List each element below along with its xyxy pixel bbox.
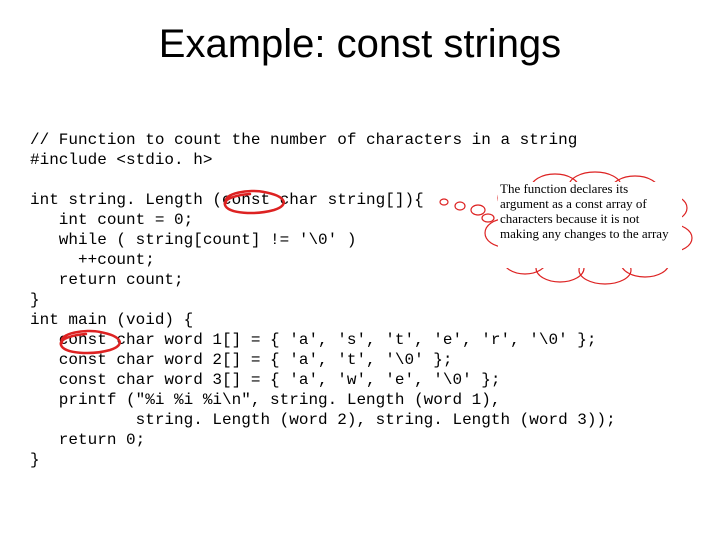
code-line: }: [30, 291, 40, 309]
code-line: int string. Length (const char string[])…: [30, 191, 424, 209]
code-line: ++count;: [30, 251, 155, 269]
code-line: return 0;: [30, 431, 145, 449]
code-line: const char word 3[] = { 'a', 'w', 'e', '…: [30, 371, 500, 389]
slide: Example: const strings // Function to co…: [0, 0, 720, 540]
code-line: return count;: [30, 271, 184, 289]
page-title: Example: const strings: [0, 22, 720, 67]
code-line: #include <stdio. h>: [30, 151, 212, 169]
code-line: // Function to count the number of chara…: [30, 131, 577, 149]
code-line: int main (void) {: [30, 311, 193, 329]
code-line: while ( string[count] != '\0' ): [30, 231, 356, 249]
code-line: printf ("%i %i %i\n", string. Length (wo…: [30, 391, 500, 409]
code-line: string. Length (word 2), string. Length …: [30, 411, 616, 429]
code-line: const char word 1[] = { 'a', 's', 't', '…: [30, 331, 597, 349]
code-line: }: [30, 451, 40, 469]
code-line: int count = 0;: [30, 211, 193, 229]
annotation-text: The function declares its argument as a …: [500, 182, 680, 242]
code-line: const char word 2[] = { 'a', 't', '\0' }…: [30, 351, 452, 369]
